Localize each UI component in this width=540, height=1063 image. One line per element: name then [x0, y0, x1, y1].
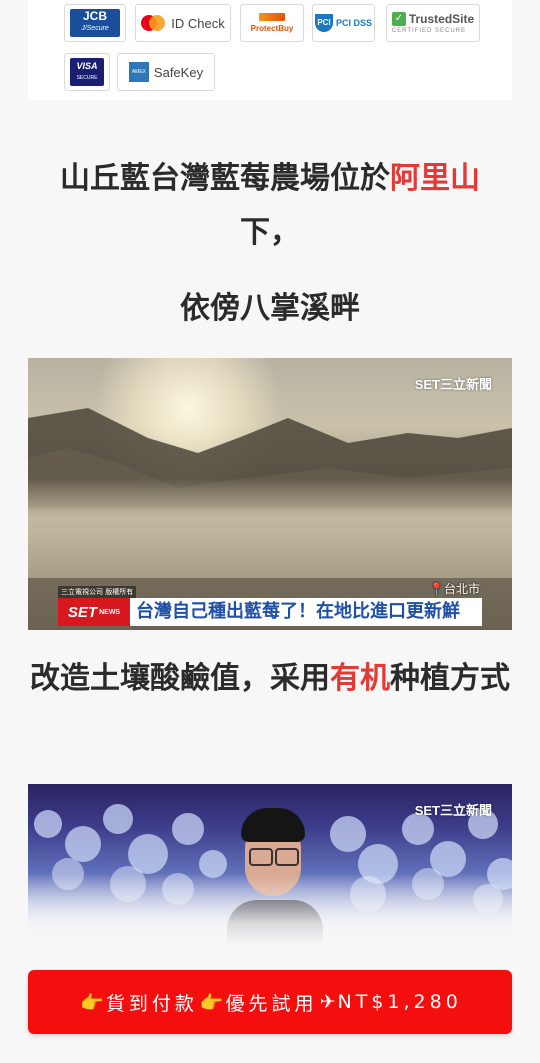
amex-icon: AMEX — [128, 62, 149, 82]
visa-name: VISA — [76, 61, 98, 71]
news-headline: 台灣自己種出藍莓了！在地比進口更新鮮 — [136, 601, 460, 622]
visa-sub: SECURE — [76, 75, 98, 81]
set-news-logo: SET三立新聞 — [414, 377, 492, 392]
airplane-icon: ✈ — [319, 991, 336, 1013]
mastercard-idcheck-badge: ID Check — [135, 4, 231, 42]
trial-label: 優先試用 — [225, 992, 318, 1015]
payment-badges: JCB J/Secure ID Check ProtectBuy PCI PCI… — [28, 0, 512, 100]
idcheck-label: ID Check — [171, 15, 225, 31]
price-label: NT$1,280 — [337, 991, 462, 1013]
location-tag: 📍台北市 — [429, 582, 480, 596]
news-brand-sub: NEWS — [99, 608, 121, 616]
pointing-hand-icon-2: 👉 — [199, 991, 224, 1014]
heading1-highlight: 阿里山 — [390, 161, 480, 196]
heading3-highlight: 有机 — [330, 661, 390, 696]
pci-dss-badge: PCI PCI DSS — [312, 4, 375, 42]
heading1-text: 山丘藍台灣藍莓農場位於 — [60, 161, 390, 196]
image-fade — [28, 874, 512, 944]
jcb-name: JCB — [82, 9, 107, 23]
news-lower-third: SET NEWS 台灣自己種出藍莓了！在地比進口更新鮮 — [58, 598, 482, 626]
jcb-sub: J/Secure — [81, 25, 109, 32]
cod-label: 貨到付款 — [105, 992, 198, 1015]
news-image-mountains: SET三立新聞 📍台北市 三立電視公司 版權所有 SET NEWS 台灣自己種出藍… — [28, 358, 512, 630]
safekey-label: SafeKey — [153, 64, 204, 80]
pci-shield-icon: PCI — [314, 14, 333, 32]
check-icon: ✓ — [391, 12, 406, 26]
visa-secure-badge: VISA SECURE — [64, 53, 110, 91]
heading1-tail: 下， — [240, 215, 300, 250]
trustedsite-name: TrustedSite — [408, 12, 475, 26]
pci-label: PCI DSS — [335, 18, 372, 28]
heading-soil: 改造土壤酸鹼值，采用有机种植方式 — [28, 652, 512, 706]
protectbuy-label: ProtectBuy — [250, 24, 294, 33]
cod-trial-buy-button[interactable]: 👉 貨到付款 👉 優先試用 ✈ NT$1,280 — [28, 970, 512, 1034]
jcb-badge: JCB J/Secure — [64, 4, 126, 42]
pointing-hand-icon: 👉 — [80, 991, 104, 1014]
heading-farm-location: 山丘藍台灣藍莓農場位於阿里山下， — [28, 152, 512, 260]
copyright-label: 三立電視公司 版權所有 — [58, 586, 137, 598]
amex-safekey-badge: AMEX SafeKey — [117, 53, 215, 91]
set-brand-text: SET — [67, 603, 98, 621]
heading3-tail: 种植方式 — [390, 661, 510, 696]
set-news-brand: SET NEWS — [58, 598, 130, 626]
heading3-text: 改造土壤酸鹼值，采用 — [30, 661, 330, 696]
trustedsite-badge: ✓ TrustedSite CERTIFIED SECURE — [386, 4, 480, 42]
location-label: 台北市 — [443, 582, 480, 596]
mastercard-icon — [141, 15, 166, 31]
fog — [28, 478, 512, 578]
news-image-farmer: SET三立新聞 — [28, 784, 512, 944]
discover-protectbuy-badge: ProtectBuy — [240, 4, 304, 42]
trustedsite-sub: CERTIFIED SECURE — [391, 28, 467, 34]
discover-icon — [259, 13, 285, 21]
heading-river: 依傍八掌溪畔 — [180, 291, 360, 326]
set-news-logo-2: SET三立新聞 — [414, 803, 492, 818]
